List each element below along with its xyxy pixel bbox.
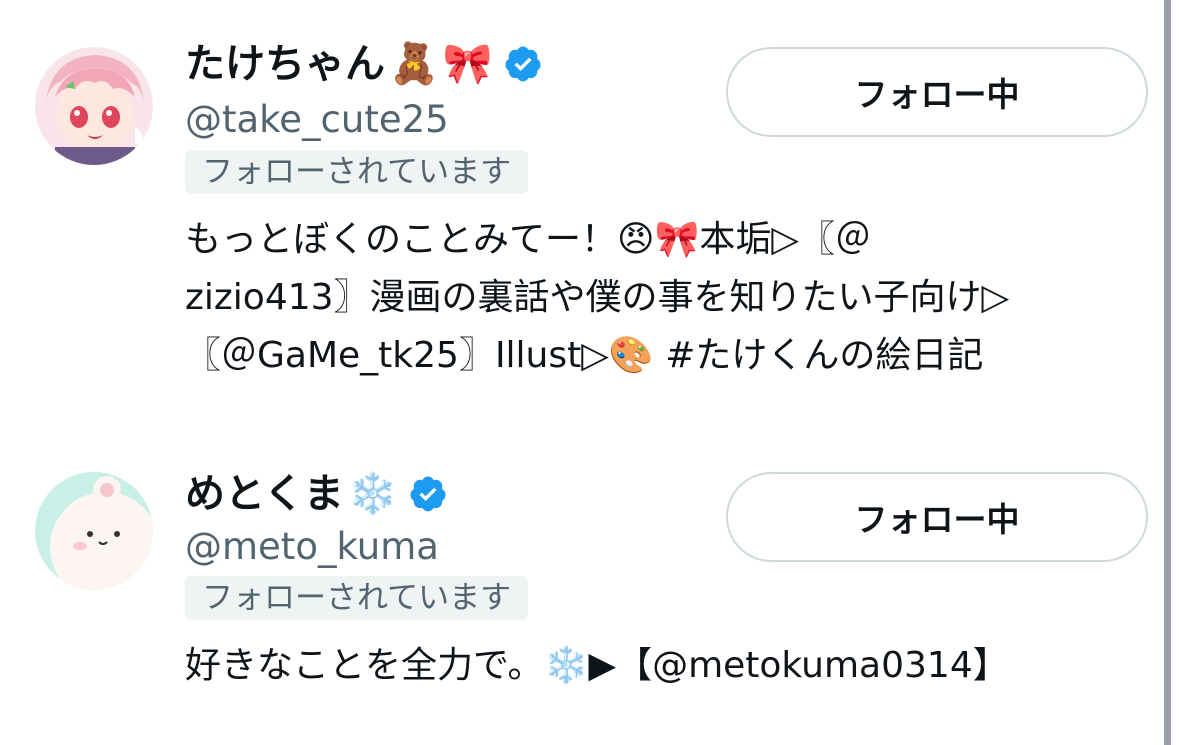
display-name[interactable]: たけちゃん <box>185 40 385 88</box>
anime-avatar-icon <box>35 47 153 165</box>
follows-you-badge: フォローされています <box>185 150 529 194</box>
teddy-bear-emoji-icon: 🧸 <box>389 41 439 87</box>
avatar[interactable] <box>35 472 153 590</box>
user-cell[interactable]: めとくま ❄️ @meto_kuma フォローされています フォロー中 好きなこ… <box>0 450 1165 745</box>
bear-avatar-icon <box>35 472 153 590</box>
bio-line: 好きなことを全力で。❄️▶【@metokuma0314】 <box>185 645 1009 686</box>
user-bio: 好きなことを全力で。❄️▶【@metokuma0314】 <box>185 637 1160 695</box>
bio-line: 〖＠GaMe_tk25〗Illust▷🎨 #たけくんの絵日記 <box>185 335 984 376</box>
follows-you-badge: フォローされています <box>185 576 529 620</box>
user-handle[interactable]: @take_cute25 <box>185 98 449 142</box>
snowflake-emoji-icon: ❄️ <box>347 471 398 517</box>
user-handle[interactable]: @meto_kuma <box>185 525 439 569</box>
user-bio: もっとぼくのことみてー！😠🎀本垢▷〖＠ zizio413〗漫画の裏話や僕の事を知… <box>185 211 1160 385</box>
display-name[interactable]: めとくま <box>185 470 344 518</box>
display-name-row[interactable]: たけちゃん 🧸 🎀 <box>185 40 543 88</box>
bio-line: zizio413〗漫画の裏話や僕の事を知りたい子向け▷ <box>185 277 1010 318</box>
following-button[interactable]: フォロー中 <box>726 472 1148 562</box>
user-cell[interactable]: たけちゃん 🧸 🎀 @take_cute25 フォローされています フォロー中 … <box>0 0 1165 420</box>
avatar[interactable] <box>35 47 153 165</box>
following-button[interactable]: フォロー中 <box>726 47 1148 137</box>
bio-line: もっとぼくのことみてー！😠🎀本垢▷〖＠ <box>185 219 872 260</box>
scrollbar[interactable] <box>1164 0 1171 745</box>
ribbon-emoji-icon: 🎀 <box>442 41 493 87</box>
verified-badge-icon <box>505 46 541 82</box>
verified-badge-icon <box>410 476 446 512</box>
display-name-row[interactable]: めとくま ❄️ <box>185 470 448 518</box>
